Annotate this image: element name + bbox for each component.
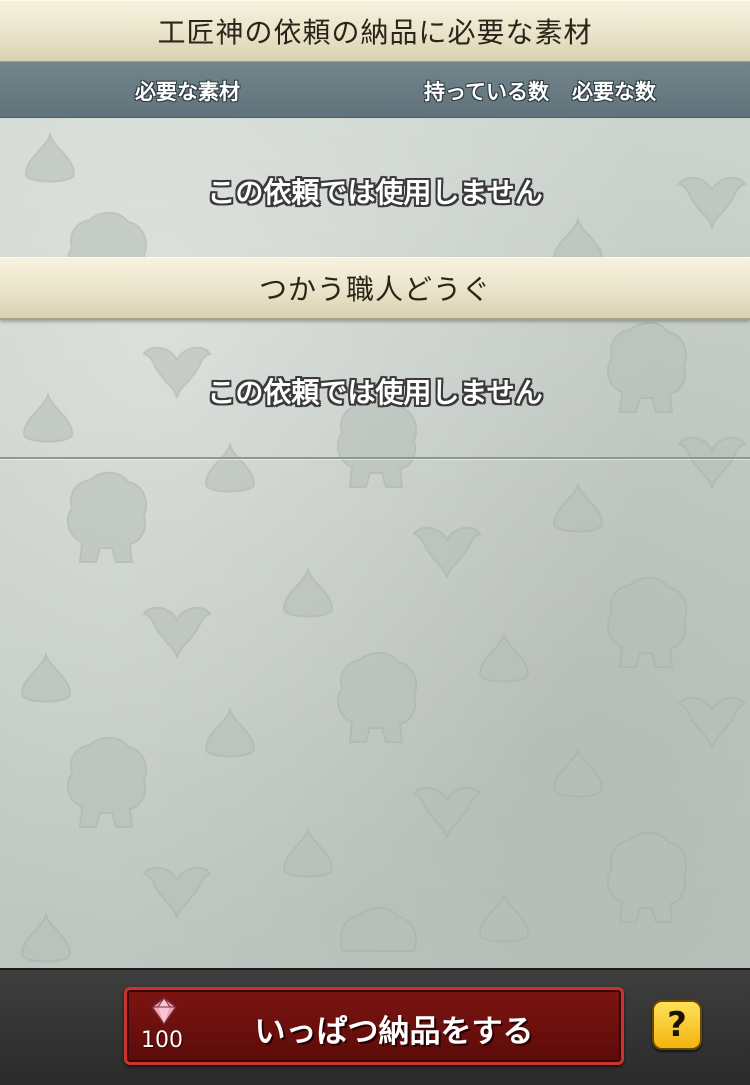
slime-silhouette-icon [552,481,604,533]
bat-silhouette-icon [677,436,747,489]
slime-silhouette-icon [204,706,256,758]
column-header-owned: 持っている数 [424,80,549,104]
slime-silhouette-icon [552,746,604,798]
section-divider [0,457,750,459]
bat-silhouette-icon [412,526,482,579]
slime-silhouette-icon [20,651,72,703]
tools-header: つかう職人どうぐ [0,257,750,320]
column-header-material: 必要な素材 [135,80,240,104]
slime-silhouette-icon [20,911,72,963]
golem-silhouette-icon [340,906,417,952]
slime-silhouette-icon [282,826,334,878]
background [0,0,750,1083]
help-button[interactable]: ? [652,1000,702,1050]
materials-header: 工匠神の依頼の納品に必要な素材 [0,0,750,63]
column-header-bar: 必要な素材 持っている数 必要な数 [0,62,750,118]
page-title: 工匠神の依頼の納品に必要な素材 [157,16,593,49]
golem-silhouette-icon [66,736,147,828]
slime-silhouette-icon [282,566,334,618]
bat-silhouette-icon [142,606,212,659]
question-mark-icon: ? [667,1005,687,1045]
slime-silhouette-icon [478,891,530,943]
materials-empty-message: この依頼では使用しません [207,176,543,209]
tools-section-title: つかう職人どうぐ [258,273,491,306]
bat-silhouette-icon [412,786,482,839]
golem-silhouette-icon [606,831,687,923]
golem-silhouette-icon [336,651,417,743]
slime-silhouette-icon [478,631,530,683]
bulk-deliver-button[interactable]: 100 いっぱつ納品をする [124,987,624,1065]
golem-silhouette-icon [66,471,147,563]
tools-empty-message: この依頼では使用しません [207,376,543,409]
bat-silhouette-icon [142,866,212,919]
bat-silhouette-icon [677,696,747,749]
column-header-required: 必要な数 [572,80,656,104]
slime-silhouette-icon [204,441,256,493]
golem-silhouette-icon [606,576,687,668]
bulk-deliver-label: いっぱつ納品をする [254,1014,534,1050]
